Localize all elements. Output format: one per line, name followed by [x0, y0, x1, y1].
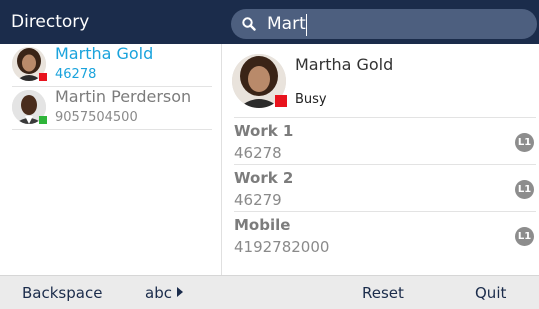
search-box[interactable] — [231, 9, 537, 39]
text-cursor — [306, 14, 307, 36]
phone-number: 46279 — [234, 191, 282, 209]
detail-contact-name: Martha Gold — [295, 55, 394, 74]
available-status-icon — [39, 116, 47, 124]
phone-number: 4192782000 — [234, 238, 330, 256]
abc-softkey[interactable]: abc — [145, 284, 183, 302]
page-title: Directory — [11, 12, 90, 32]
phone-row-work-2[interactable]: Work 2 46279 L1 — [234, 164, 536, 211]
presence-status: Busy — [295, 92, 327, 107]
phone-number: 46278 — [234, 144, 282, 162]
arrow-right-icon — [176, 287, 183, 297]
line-1-icon: L1 — [515, 227, 534, 246]
contact-number: 46278 — [55, 67, 97, 82]
abc-softkey-label: abc — [145, 284, 172, 302]
contact-name: Martha Gold — [55, 44, 154, 63]
phone-label: Work 1 — [234, 122, 294, 140]
softkey-bar: Backspace abc Reset Quit — [0, 275, 539, 309]
contact-name: Martin Perderson — [55, 87, 192, 106]
line-1-icon: L1 — [515, 180, 534, 199]
search-icon — [242, 17, 256, 31]
list-item-martin-perderson[interactable]: Martin Perderson 9057504500 — [12, 87, 212, 130]
contact-number: 9057504500 — [55, 110, 138, 125]
reset-softkey[interactable]: Reset — [362, 284, 404, 302]
backspace-softkey[interactable]: Backspace — [22, 284, 102, 302]
line-1-icon: L1 — [515, 133, 534, 152]
phone-row-work-1[interactable]: Work 1 46278 L1 — [234, 117, 536, 164]
phone-row-mobile[interactable]: Mobile 4192782000 L1 — [234, 211, 536, 258]
results-list: Martha Gold 46278 Martin Perderson 90575… — [0, 44, 222, 275]
phone-label: Work 2 — [234, 169, 294, 187]
list-item-martha-gold[interactable]: Martha Gold 46278 — [12, 44, 212, 87]
busy-status-icon — [39, 73, 47, 81]
phone-label: Mobile — [234, 216, 291, 234]
quit-softkey[interactable]: Quit — [475, 284, 506, 302]
header-bar: Directory — [0, 0, 539, 44]
busy-status-icon — [275, 95, 287, 107]
directory-screen: Directory Martha Gold 46278 — [0, 0, 539, 309]
